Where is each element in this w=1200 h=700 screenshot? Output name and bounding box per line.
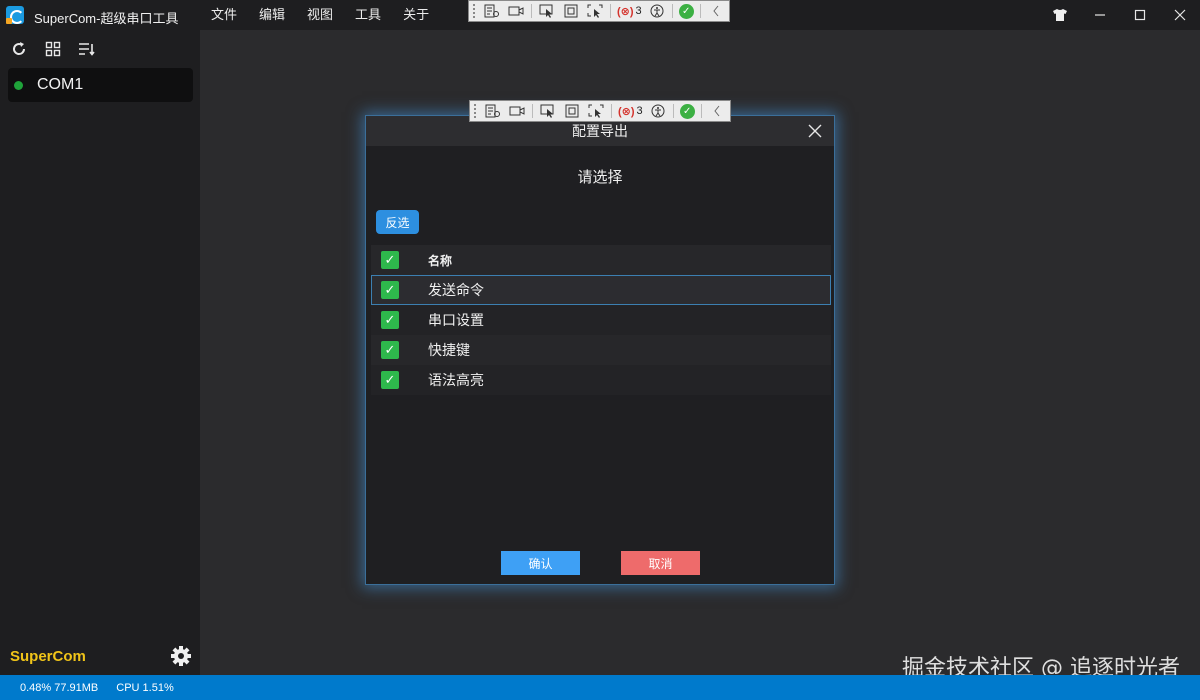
drag-grip[interactable] [473,4,477,18]
item-label: 语法高亮 [428,372,484,388]
window-controls [1040,0,1200,30]
item-checkbox[interactable]: ✓ [381,311,399,329]
config-item-list: ✓ 名称 ✓ 发送命令 ✓ 串口设置 ✓ 快捷键 ✓ 语法高亮 [371,245,831,395]
close-icon [1174,9,1186,21]
binding-errors-indicator[interactable]: (⊗) 3 [617,5,642,18]
close-icon [808,124,822,138]
item-checkbox[interactable]: ✓ [381,371,399,389]
binding-error-count: 3 [635,5,642,17]
theme-shirt-button[interactable] [1040,0,1080,30]
dialog-title: 配置导出 [572,123,628,139]
select-element-icon[interactable] [538,3,556,19]
refresh-icon [13,42,26,55]
close-window-button[interactable] [1160,0,1200,30]
item-checkbox[interactable]: ✓ [381,341,399,359]
list-item[interactable]: ✓ 串口设置 [371,305,831,335]
status-bar: 0.48% 77.91MB CPU 1.51% [0,675,1200,700]
sidebar-toolbar [10,40,96,58]
minimize-icon [1095,14,1105,16]
item-label: 快捷键 [428,342,470,358]
track-focus-icon[interactable] [587,103,605,119]
sort-list-button[interactable] [78,40,96,58]
binding-error-count: 3 [636,105,643,117]
refresh-button[interactable] [10,40,28,58]
app-logo-icon [6,6,24,24]
menu-file[interactable]: 文件 [200,0,248,30]
accessibility-icon[interactable] [648,3,666,19]
checkmark-circle-icon[interactable]: ✓ [679,103,695,119]
binding-errors-indicator[interactable]: (⊗) 3 [618,105,643,118]
item-label: 串口设置 [428,312,484,328]
track-focus-icon[interactable] [586,3,604,19]
list-item[interactable]: ✓ 发送命令 [371,275,831,305]
video-icon[interactable] [507,3,525,19]
app-title: SuperCom-超级串口工具 [34,11,179,26]
binding-error-icon: (⊗) [618,105,635,118]
collapse-chevron-icon[interactable] [708,103,726,119]
list-header: ✓ 名称 [371,245,831,275]
gear-icon [171,646,191,666]
layout-adorner-icon[interactable] [562,3,580,19]
list-item[interactable]: ✓ 快捷键 [371,335,831,365]
video-icon[interactable] [508,103,526,119]
live-tree-icon[interactable] [484,103,502,119]
accessibility-icon[interactable] [649,103,667,119]
menu-tools[interactable]: 工具 [344,0,392,30]
collapse-chevron-icon[interactable] [707,3,725,19]
sort-list-icon [79,43,95,56]
menu-edit[interactable]: 编辑 [248,0,296,30]
export-config-dialog: 配置导出 请选择 反选 ✓ 名称 ✓ 发送命令 ✓ 串口设置 ✓ 快捷键 ✓ 语… [365,115,835,585]
maximize-icon [1134,9,1146,21]
menu-view[interactable]: 视图 [296,0,344,30]
port-item-com1[interactable]: COM1 [8,68,193,102]
checkmark-circle-icon[interactable]: ✓ [678,3,694,19]
debug-toolbar: (⊗) 3 ✓ [468,0,730,22]
grid-view-button[interactable] [44,40,62,58]
debug-toolbar-dialog: (⊗) 3 ✓ [469,100,731,122]
layout-adorner-icon[interactable] [563,103,581,119]
minimize-button[interactable] [1080,0,1120,30]
settings-button[interactable] [170,645,192,667]
binding-error-icon: (⊗) [617,5,634,18]
cpu-usage: CPU 1.51% [116,681,174,694]
menu-bar: 文件 编辑 视图 工具 关于 [200,0,440,30]
column-header-name: 名称 [428,253,453,268]
confirm-button[interactable]: 确认 [501,551,580,575]
dialog-subtitle: 请选择 [577,169,623,186]
port-status-indicator [14,80,23,90]
select-all-checkbox[interactable]: ✓ [381,251,399,269]
invert-selection-button[interactable]: 反选 [376,210,419,234]
memory-usage: 0.48% 77.91MB [20,681,99,694]
menu-about[interactable]: 关于 [392,0,440,30]
select-element-icon[interactable] [539,103,557,119]
shirt-icon [1053,9,1067,21]
port-label: COM1 [37,76,84,93]
list-item[interactable]: ✓ 语法高亮 [371,365,831,395]
item-label: 发送命令 [428,282,484,298]
sidebar: COM1 SuperCom [0,30,200,675]
brand-label: SuperCom [10,648,86,665]
cancel-button[interactable]: 取消 [621,551,700,575]
dialog-close-button[interactable] [806,122,824,140]
grid-icon [45,41,61,57]
drag-grip[interactable] [474,104,478,118]
maximize-button[interactable] [1120,0,1160,30]
item-checkbox[interactable]: ✓ [381,281,399,299]
live-tree-icon[interactable] [483,3,501,19]
